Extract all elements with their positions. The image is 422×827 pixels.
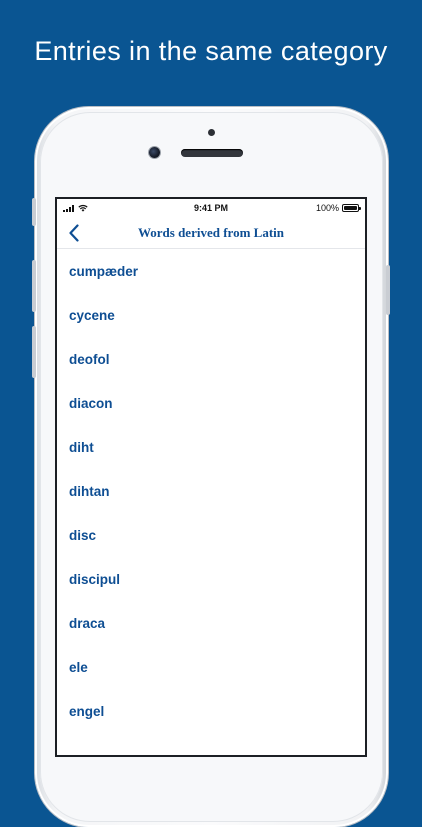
battery-percent: 100% xyxy=(315,203,339,213)
list-item[interactable]: cycene xyxy=(57,293,365,337)
list-item[interactable]: disc xyxy=(57,513,365,557)
list-item[interactable]: engel xyxy=(57,689,365,733)
earpiece-speaker xyxy=(181,149,243,157)
side-button-left-top xyxy=(32,198,36,226)
list-item[interactable]: ele xyxy=(57,645,365,689)
battery-fill xyxy=(344,206,357,210)
list-item[interactable]: dihtan xyxy=(57,469,365,513)
battery-icon xyxy=(342,204,361,212)
side-button-right xyxy=(386,265,390,315)
side-button-left-middle xyxy=(32,260,36,312)
entry-list: cumpæder cycene deofol diacon diht dihta… xyxy=(57,249,365,733)
list-item[interactable]: draca xyxy=(57,601,365,645)
phone-screen: 9:41 PM 100% Words derived from Latin cu… xyxy=(55,197,367,757)
status-bar: 9:41 PM 100% xyxy=(57,199,365,219)
proximity-sensor xyxy=(208,129,215,136)
front-camera-icon xyxy=(149,147,160,158)
side-button-left-bottom xyxy=(32,326,36,378)
list-item[interactable]: discipul xyxy=(57,557,365,601)
list-item[interactable]: diht xyxy=(57,425,365,469)
list-item[interactable]: cumpæder xyxy=(57,249,365,293)
status-right: 100% xyxy=(315,203,361,213)
list-item[interactable]: diacon xyxy=(57,381,365,425)
list-item[interactable]: deofol xyxy=(57,337,365,381)
page-title: Words derived from Latin xyxy=(137,225,284,240)
headline: Entries in the same category xyxy=(34,36,388,66)
navigation-bar: Words derived from Latin xyxy=(57,219,365,249)
